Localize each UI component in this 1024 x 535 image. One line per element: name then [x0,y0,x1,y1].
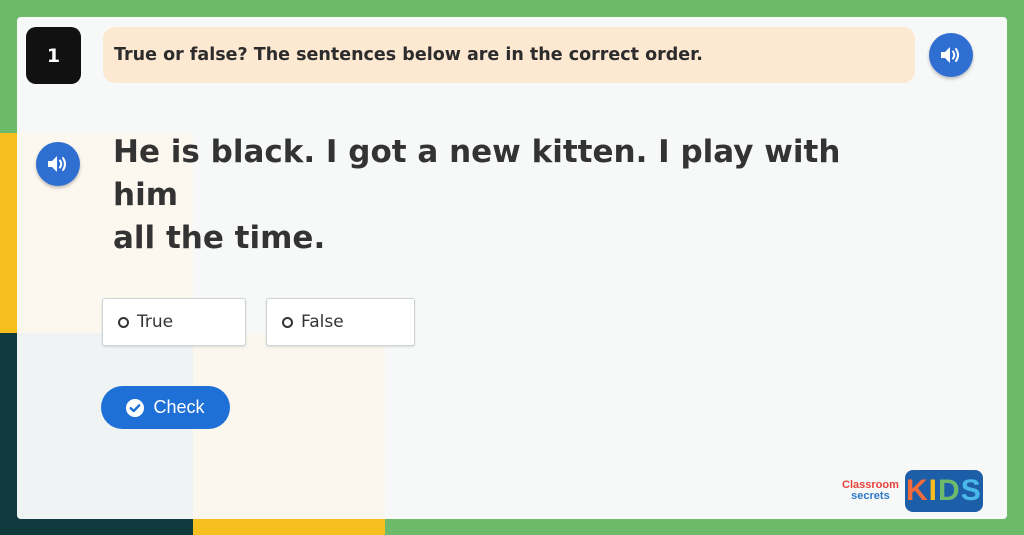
radio-icon[interactable] [118,316,129,328]
question-number: 1 [26,27,81,84]
radio-icon[interactable] [282,316,293,328]
decor-tint [193,333,385,519]
option-label: False [301,312,344,332]
sentence-line: He is black. I got a new kitten. I play … [113,134,841,213]
option-label: True [137,312,174,332]
option-false[interactable]: False [266,298,415,346]
instruction-text: True or false? The sentences below are i… [114,45,703,65]
question-card [17,17,1007,519]
logo-wordmark: Classroom secrets [842,479,899,502]
sentence-line: all the time. [113,220,326,256]
classroom-secrets-kids-logo: Classroom secrets K I D S [842,470,983,512]
check-button[interactable]: Check [101,386,230,429]
question-instruction: True or false? The sentences below are i… [103,27,915,83]
check-circle-icon [126,398,145,417]
sentence-audio-button[interactable] [36,142,80,186]
check-label: Check [153,397,205,417]
decor-yellow-left [0,133,18,333]
logo-kids-badge: K I D S [904,470,983,512]
speaker-icon [48,156,66,172]
question-sentence: He is black. I got a new kitten. I play … [113,131,883,260]
option-true[interactable]: True [102,298,246,346]
speaker-icon [941,47,959,63]
instruction-audio-button[interactable] [929,33,973,77]
